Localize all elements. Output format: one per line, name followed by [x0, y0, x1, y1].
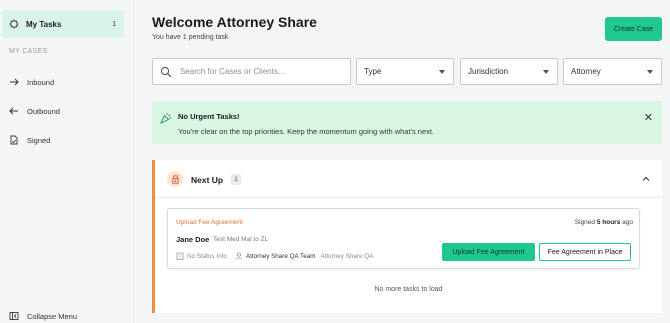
- sidebar-item-label: My Tasks: [26, 19, 62, 29]
- status-info-text: No Status Info: [187, 252, 227, 260]
- fee-agreement-in-place-button[interactable]: Fee Agreement in Place: [539, 243, 631, 261]
- signed-prefix: Signed: [574, 219, 596, 226]
- building-icon: [176, 252, 184, 260]
- collapse-menu-label: Collapse Menu: [27, 311, 78, 321]
- tasks-icon: [9, 19, 19, 29]
- sidebar-item-label: Inbound: [27, 77, 55, 87]
- banner-text: You're clear on the top priorities. Keep…: [178, 127, 435, 136]
- chevron-down-icon: [439, 70, 445, 74]
- signed-time: Signed 5 hours ago: [575, 219, 633, 226]
- signed-suffix: ago: [622, 219, 633, 226]
- task-count-badge: 1: [112, 20, 116, 28]
- pending-task-subtitle: You have 1 pending task: [152, 34, 229, 41]
- search-input[interactable]: Search for Cases or Clients...: [152, 58, 351, 85]
- sidebar-item-signed[interactable]: Signed: [9, 132, 50, 148]
- create-case-button[interactable]: Create Case: [605, 17, 662, 41]
- next-up-panel: Next Up 1 Upload Fee Agreement Signed 5 …: [152, 160, 662, 313]
- collapse-menu-button[interactable]: Collapse Menu: [9, 311, 77, 321]
- search-placeholder: Search for Cases or Clients...: [180, 67, 285, 76]
- upload-fee-agreement-button[interactable]: Upload Fee Agreement: [442, 243, 535, 261]
- user-icon: [235, 252, 243, 260]
- signed-time-value: 5 hours: [596, 219, 621, 226]
- no-urgent-tasks-banner: No Urgent Tasks! You're clear on the top…: [152, 101, 662, 144]
- signed-document-icon: [9, 135, 19, 145]
- collapse-menu-icon: [9, 311, 19, 321]
- sidebar-item-label: Outbound: [27, 106, 60, 116]
- jurisdiction-select[interactable]: Jurisdiction: [460, 58, 558, 85]
- sidebar-item-inbound[interactable]: Inbound: [9, 74, 54, 90]
- task-card[interactable]: Upload Fee Agreement Signed 5 hours ago …: [167, 208, 640, 269]
- chevron-down-icon: [647, 70, 653, 74]
- sidebar-item-outbound[interactable]: Outbound: [9, 103, 60, 119]
- no-more-tasks-text: No more tasks to load: [374, 286, 443, 293]
- jurisdiction-select-value: Jurisdiction: [468, 67, 509, 76]
- attorney-select[interactable]: Attorney: [563, 58, 662, 85]
- arrow-left-icon: [9, 106, 19, 116]
- team-info: Attorney Share QA Team Attorney Share QA: [235, 252, 373, 260]
- next-up-header[interactable]: Next Up 1: [155, 160, 662, 198]
- search-icon: [160, 66, 172, 78]
- celebration-icon: [160, 112, 172, 126]
- sidebar-item-label: Signed: [27, 135, 51, 145]
- chevron-down-icon: [543, 70, 549, 74]
- client-name: Jane Doe: [176, 235, 210, 244]
- page-title: Welcome Attorney Share: [152, 14, 317, 30]
- team-name: Attorney Share QA Team: [245, 252, 316, 260]
- my-cases-section-label: MY CASES: [9, 48, 48, 55]
- sidebar: My Tasks 1 MY CASES Inbound Outbound Sig…: [0, 0, 134, 323]
- status-info: No Status Info: [176, 252, 227, 260]
- arrow-right-icon: [9, 77, 19, 87]
- firm-name: Attorney Share QA: [320, 252, 374, 260]
- more-options-icon[interactable]: ⋮: [626, 246, 635, 255]
- next-up-icon: [167, 171, 183, 187]
- type-select[interactable]: Type: [356, 58, 454, 85]
- next-up-count-badge: 1: [231, 174, 241, 185]
- case-name: Test Med Mal to ZL: [213, 236, 269, 243]
- task-status: Upload Fee Agreement: [176, 219, 243, 226]
- next-up-label: Next Up: [191, 175, 224, 185]
- attorney-select-value: Attorney: [571, 67, 601, 76]
- task-meta: No Status Info Attorney Share QA Team At…: [176, 252, 381, 260]
- type-select-value: Type: [364, 67, 382, 76]
- sidebar-item-my-tasks[interactable]: My Tasks 1: [2, 10, 124, 38]
- chevron-up-icon[interactable]: [641, 174, 651, 186]
- banner-title: No Urgent Tasks!: [178, 112, 240, 121]
- close-icon[interactable]: ✕: [644, 113, 653, 124]
